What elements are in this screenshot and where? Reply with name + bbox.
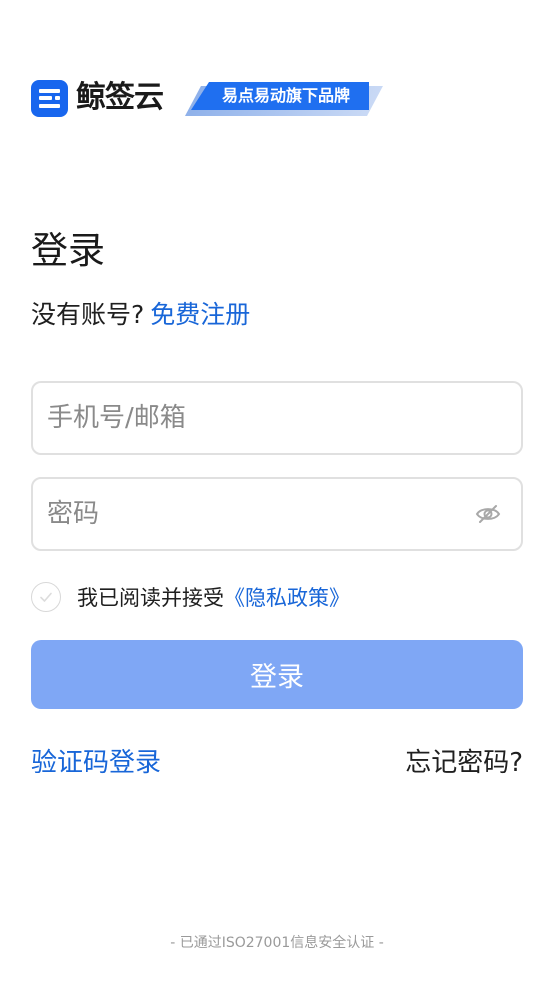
brand-name: 鲸签云 (76, 80, 164, 115)
brand-header: 鲸签云 (31, 79, 164, 117)
app-logo-icon (31, 79, 68, 117)
agree-text: 我已阅读并接受 (77, 586, 224, 610)
login-button[interactable]: 登录 (31, 640, 523, 709)
agree-checkbox[interactable] (31, 582, 61, 612)
no-account-prompt: 没有账号? (31, 300, 145, 329)
phone-email-field[interactable] (31, 381, 523, 455)
register-row: 没有账号? 免费注册 (31, 296, 250, 334)
register-link[interactable]: 免费注册 (150, 300, 250, 329)
brand-tagline: 易点易动旗下品牌 (191, 82, 369, 110)
privacy-policy-link[interactable]: 《隐私政策》 (224, 582, 350, 612)
forgot-password-link[interactable]: 忘记密码? (405, 743, 523, 783)
privacy-agreement-row: 我已阅读并接受 《隐私政策》 (31, 580, 350, 614)
page-title: 登录 (31, 229, 105, 272)
check-icon (40, 592, 52, 602)
phone-email-input[interactable] (47, 398, 507, 438)
certification-note: - 已通过ISO27001信息安全认证 - (170, 935, 384, 951)
password-field[interactable] (31, 477, 523, 551)
brand-tagline-badge: 易点易动旗下品牌 (183, 82, 383, 116)
password-input[interactable] (47, 494, 473, 534)
eye-hidden-icon[interactable] (473, 499, 503, 529)
sms-login-link[interactable]: 验证码登录 (31, 743, 161, 783)
